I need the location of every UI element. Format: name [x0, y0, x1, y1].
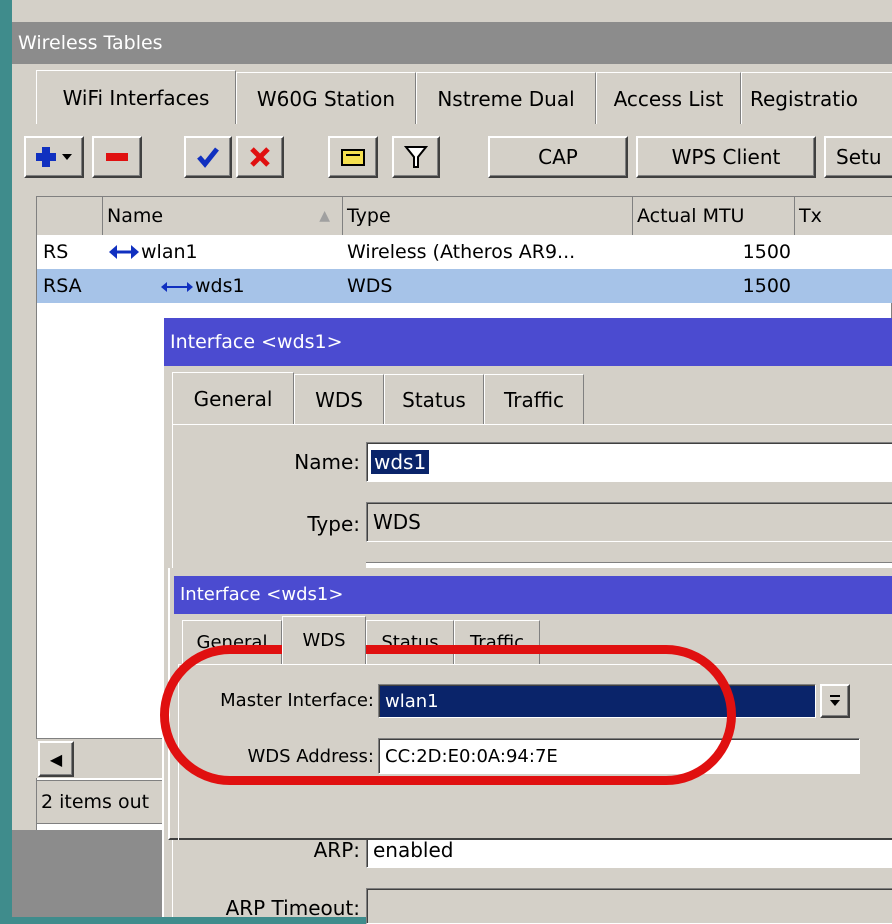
remove-button[interactable]	[92, 136, 142, 178]
status-text: 2 items out	[41, 791, 150, 813]
wps-label: WPS Client	[671, 145, 781, 169]
tab-traffic[interactable]: Traffic	[484, 374, 584, 424]
main-title-bar: Wireless Tables	[12, 22, 892, 64]
tab-label: WDS	[302, 630, 346, 651]
tab-w60g-station[interactable]: W60G Station	[236, 72, 416, 124]
type-label: Type:	[307, 512, 360, 536]
tab-label: General	[193, 386, 273, 411]
tab-status[interactable]: Status	[384, 374, 484, 424]
row-type: WDS	[347, 275, 393, 297]
tab-wds[interactable]: WDS	[294, 374, 384, 424]
cross-icon	[250, 147, 270, 167]
highlight-ellipse	[160, 645, 736, 785]
tab-general[interactable]: General	[172, 372, 294, 424]
master-interface-dropdown-button[interactable]	[820, 684, 850, 718]
arp-value: enabled	[373, 838, 454, 862]
toolbar: CAP WPS Client Setu	[12, 124, 892, 194]
sort-asc-icon: ▲	[319, 208, 330, 224]
tab-access-list[interactable]: Access List	[596, 72, 741, 124]
add-button[interactable]	[24, 136, 84, 178]
tab-registration[interactable]: Registratio	[741, 72, 892, 124]
col-name[interactable]: Name ▲	[103, 197, 343, 235]
type-value: WDS	[373, 510, 421, 534]
row-type: Wireless (Atheros AR9...	[347, 241, 576, 263]
tab-label: W60G Station	[256, 86, 396, 111]
table-row[interactable]: RS wlan1 Wireless (Atheros AR9... 1500	[37, 235, 892, 269]
comment-button[interactable]	[328, 136, 378, 178]
arp-timeout-field[interactable]	[366, 888, 892, 924]
arrow-left-icon: ◀	[49, 749, 63, 769]
tab-wds[interactable]: WDS	[282, 616, 366, 664]
dialog1-tab-strip: General WDS Status Traffic	[172, 372, 892, 424]
enable-button[interactable]	[184, 136, 232, 178]
dialog1-title: Interface <wds1>	[170, 330, 343, 353]
col-tx-label: Tx	[799, 205, 822, 227]
row-name: wds1	[195, 275, 245, 297]
name-label: Name:	[294, 450, 360, 474]
tab-label: Registratio	[750, 86, 858, 111]
tab-label: Nstreme Dual	[437, 86, 575, 111]
comment-icon	[341, 149, 365, 166]
col-name-label: Name	[107, 205, 164, 227]
wds-interface-icon	[161, 282, 193, 292]
col-mtu[interactable]: Actual MTU	[633, 197, 795, 235]
wps-client-button[interactable]: WPS Client	[636, 136, 816, 178]
col-mtu-label: Actual MTU	[637, 205, 745, 227]
minus-icon	[106, 153, 128, 161]
table-header: Name ▲ Type Actual MTU Tx	[37, 197, 892, 235]
row-mtu: 1500	[742, 275, 791, 297]
tab-label: Access List	[613, 86, 724, 111]
dialog2-title-bar: Interface <wds1>	[174, 576, 892, 614]
disable-button[interactable]	[236, 136, 284, 178]
tab-nstreme-dual[interactable]: Nstreme Dual	[416, 72, 596, 124]
col-flags[interactable]	[37, 197, 103, 235]
filter-button[interactable]	[392, 136, 440, 178]
main-tab-strip: WiFi Interfaces W60G Station Nstreme Dua…	[36, 70, 892, 124]
dropdown-arrow-icon	[830, 695, 840, 706]
row-mtu: 1500	[742, 241, 791, 263]
arp-timeout-label: ARP Timeout:	[225, 896, 360, 920]
tab-label: WDS	[315, 387, 363, 412]
row-flags: RSA	[43, 275, 82, 297]
arp-label: ARP:	[313, 838, 360, 862]
tab-label: Status	[402, 387, 466, 412]
scroll-left-button[interactable]: ◀	[38, 741, 74, 777]
wireless-interface-icon	[109, 245, 139, 259]
filter-icon	[404, 146, 428, 168]
row-name: wlan1	[141, 241, 198, 263]
cap-button[interactable]: CAP	[488, 136, 628, 178]
plus-icon	[36, 147, 72, 167]
setup-button[interactable]: Setu	[824, 136, 892, 178]
dialog2-title: Interface <wds1>	[180, 584, 344, 605]
col-type-label: Type	[347, 205, 391, 227]
main-title: Wireless Tables	[18, 31, 163, 54]
col-tx[interactable]: Tx	[795, 197, 892, 235]
tab-wifi-interfaces[interactable]: WiFi Interfaces	[36, 70, 236, 124]
setup-label: Setu	[836, 145, 882, 169]
table-row-selected[interactable]: RSA wds1 WDS 1500	[37, 269, 892, 303]
col-type[interactable]: Type	[343, 197, 633, 235]
cap-label: CAP	[538, 145, 578, 169]
name-field[interactable]: wds1	[366, 442, 892, 482]
tab-label: WiFi Interfaces	[62, 85, 210, 110]
name-value: wds1	[371, 450, 430, 474]
tab-label: Traffic	[503, 387, 565, 412]
row-flags: RS	[43, 241, 69, 263]
checkmark-icon	[197, 147, 219, 168]
type-field: WDS	[366, 502, 892, 542]
dialog1-title-bar: Interface <wds1>	[164, 318, 892, 366]
